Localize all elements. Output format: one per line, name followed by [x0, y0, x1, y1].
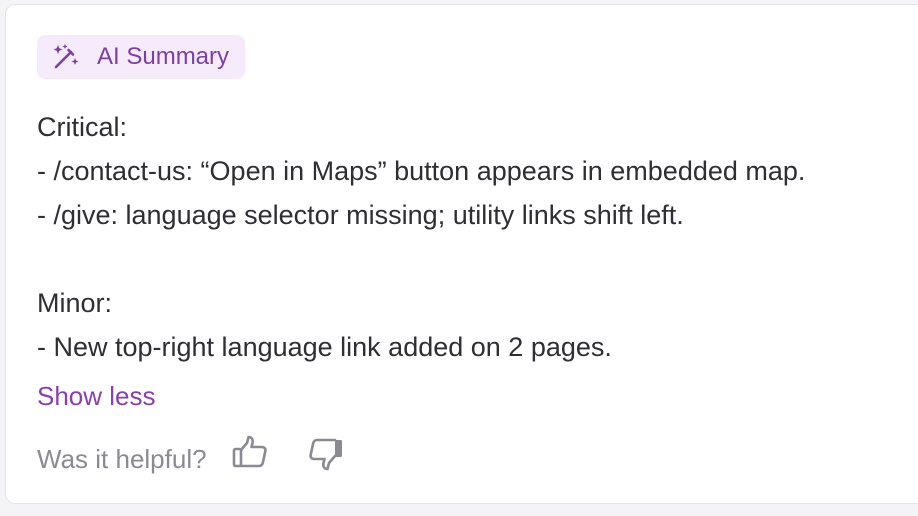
summary-line: - /contact-us: “Open in Maps” button app…: [37, 156, 806, 186]
summary-blank-line: [37, 237, 907, 281]
magic-wand-sparkle-icon: [51, 42, 81, 72]
summary-text: Critical: - /contact-us: “Open in Maps” …: [37, 105, 907, 369]
thumbs-up-icon: [230, 433, 270, 486]
thumbs-up-button[interactable]: [229, 435, 271, 480]
thumbs-down-button[interactable]: [305, 438, 347, 480]
summary-line: - /give: language selector missing; util…: [37, 200, 684, 230]
summary-line: Critical:: [37, 112, 128, 142]
feedback-row: Was it helpful?: [37, 435, 347, 481]
ai-summary-badge: AI Summary: [37, 35, 246, 79]
show-less-link[interactable]: Show less: [37, 376, 156, 416]
feedback-question: Was it helpful?: [37, 444, 207, 474]
ai-summary-badge-label: AI Summary: [97, 43, 230, 70]
ai-summary-card: AI Summary Critical: - /contact-us: “Ope…: [5, 4, 918, 504]
summary-line: Minor:: [37, 288, 113, 318]
summary-line: - New top-right language link added on 2…: [37, 332, 612, 362]
thumbs-down-icon: [306, 433, 346, 486]
